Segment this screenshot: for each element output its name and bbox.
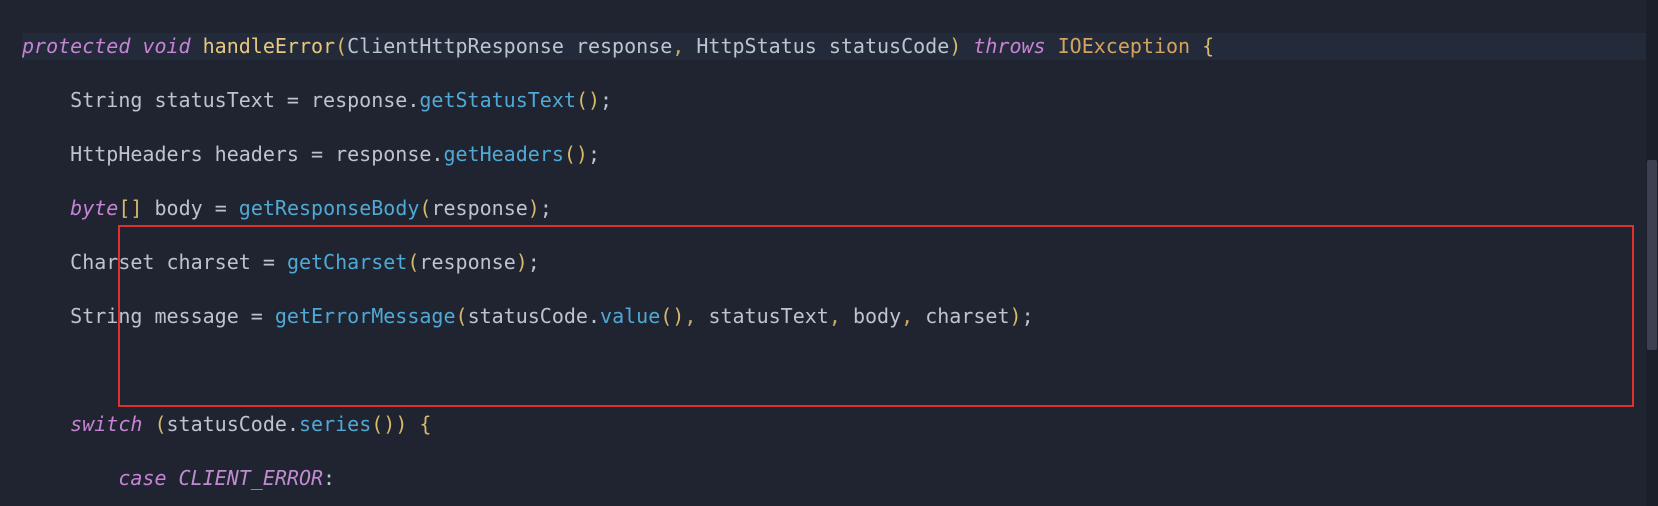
code-line-blank: [22, 357, 1658, 384]
ident: response: [311, 88, 407, 112]
op: =: [203, 196, 239, 220]
vertical-scrollbar[interactable]: [1646, 0, 1658, 506]
code-editor[interactable]: protected void handleError(ClientHttpRes…: [0, 0, 1658, 506]
op: =: [275, 88, 311, 112]
param-name: statusCode: [829, 34, 949, 58]
type: String: [70, 88, 142, 112]
brace: {: [419, 412, 431, 436]
code-line: switch (statusCode.series()) {: [22, 411, 1658, 438]
code-line: byte[] body = getResponseBody(response);: [22, 195, 1658, 222]
keyword-protected: protected: [22, 34, 130, 58]
var: headers: [215, 142, 299, 166]
brackets: []: [118, 196, 142, 220]
code-line: String message = getErrorMessage(statusC…: [22, 303, 1658, 330]
arg: charset: [925, 304, 1009, 328]
keyword-case: case: [118, 466, 166, 490]
code-line: case CLIENT_ERROR:: [22, 465, 1658, 492]
method-call: getCharset: [287, 250, 407, 274]
keyword-throws: throws: [973, 34, 1045, 58]
type-byte: byte: [70, 196, 118, 220]
code-line: String statusText = response.getStatusTe…: [22, 87, 1658, 114]
code-line: HttpHeaders headers = response.getHeader…: [22, 141, 1658, 168]
var: statusText: [154, 88, 274, 112]
var: message: [154, 304, 238, 328]
arg: response: [431, 196, 527, 220]
method-call: getStatusText: [419, 88, 576, 112]
code-line: Charset charset = getCharset(response);: [22, 249, 1658, 276]
param-type: ClientHttpResponse: [347, 34, 564, 58]
method-call: getErrorMessage: [275, 304, 456, 328]
op: =: [299, 142, 335, 166]
arg: response: [419, 250, 515, 274]
arg: statusCode: [468, 304, 588, 328]
code-line: protected void handleError(ClientHttpRes…: [22, 33, 1658, 60]
method-call: value: [600, 304, 660, 328]
param-type: HttpStatus: [696, 34, 816, 58]
param-name: response: [576, 34, 672, 58]
arg: body: [853, 304, 901, 328]
arg: statusText: [708, 304, 828, 328]
exception-type: IOException: [1058, 34, 1190, 58]
op: =: [251, 250, 287, 274]
type: Charset: [70, 250, 154, 274]
ident: response: [335, 142, 431, 166]
method-call: getHeaders: [443, 142, 563, 166]
enum-const: CLIENT_ERROR: [179, 466, 324, 490]
type: HttpHeaders: [70, 142, 202, 166]
var: body: [154, 196, 202, 220]
brace: {: [1202, 34, 1214, 58]
keyword-void: void: [142, 34, 190, 58]
method-call: getResponseBody: [239, 196, 420, 220]
method-call: series: [299, 412, 371, 436]
scrollbar-thumb[interactable]: [1647, 160, 1657, 350]
keyword-switch: switch: [70, 412, 142, 436]
ident: statusCode: [167, 412, 287, 436]
method-name: handleError: [203, 34, 335, 58]
op: =: [239, 304, 275, 328]
var: charset: [167, 250, 251, 274]
type: String: [70, 304, 142, 328]
